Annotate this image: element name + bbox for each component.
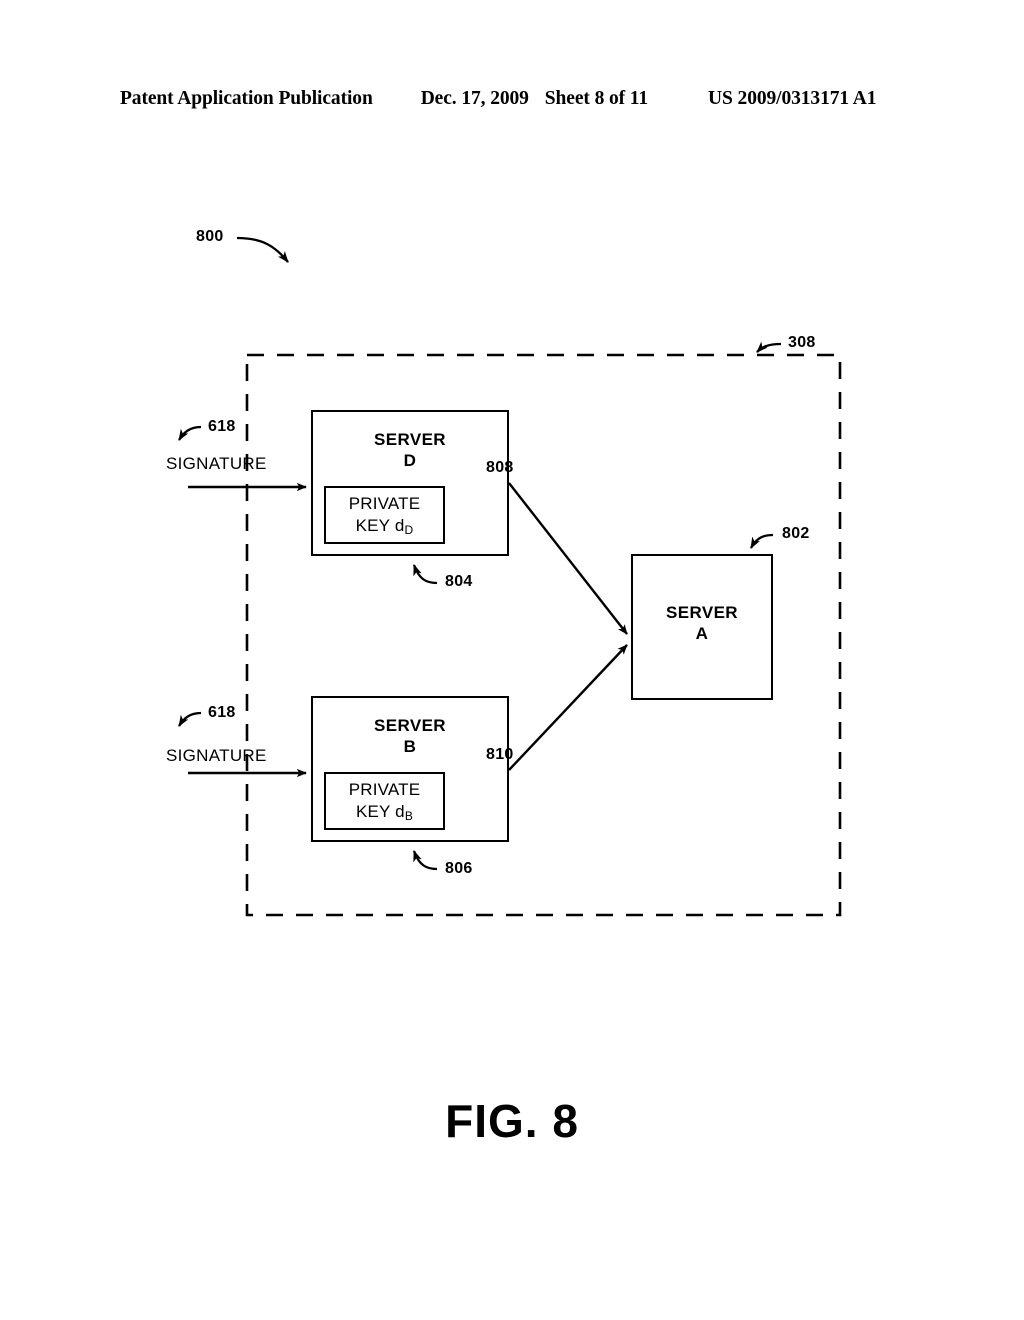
server-b-key-text: KEY d [355,801,405,821]
server-a-box[interactable]: SERVER A [631,554,773,700]
ref-810: 810 [486,746,514,763]
arrow-server-d-to-server-a [508,482,628,635]
server-b-private-key-box: PRIVATE KEY dB [324,772,445,830]
leader-800 [236,236,289,263]
leader-806 [412,850,438,871]
server-d-key-line1: PRIVATE [348,493,421,513]
ref-308: 308 [788,334,816,351]
server-b-title-line1: SERVER [373,716,446,735]
server-d-private-key-box: PRIVATE KEY dD [324,486,445,544]
figure-caption: FIG. 8 [445,1095,579,1147]
leader-804 [412,564,438,585]
ref-618-bottom: 618 [208,704,236,721]
server-d-key-subscript: D [404,522,414,537]
server-b-key-line2: KEY dB [356,801,413,824]
server-d-key-text: KEY d [355,515,405,535]
server-b-title-line2: B [403,737,417,756]
server-b-key-line1: PRIVATE [348,779,421,799]
ref-800: 800 [196,228,224,245]
ref-806: 806 [445,860,473,877]
ref-804: 804 [445,573,473,590]
server-d-title-line2: D [403,451,417,470]
leader-308 [756,341,782,353]
server-a-title-line1: SERVER [665,603,738,622]
leader-802 [749,533,774,549]
signature-label-top: SIGNATURE [166,454,267,473]
server-d-key-line2: KEY dD [356,515,414,538]
leader-618-top [178,425,202,441]
arrow-server-b-to-server-a [508,644,628,771]
server-a-title-line2: A [695,624,709,643]
leader-618-bottom [178,711,202,727]
ref-808: 808 [486,459,514,476]
server-b-box[interactable]: SERVER B PRIVATE KEY dB [311,696,509,842]
server-b-key-subscript: B [404,808,414,823]
signature-label-bottom: SIGNATURE [166,746,267,765]
server-d-title-line1: SERVER [373,430,446,449]
ref-802: 802 [782,525,810,542]
ref-618-top: 618 [208,418,236,435]
server-d-box[interactable]: SERVER D PRIVATE KEY dD [311,410,509,556]
